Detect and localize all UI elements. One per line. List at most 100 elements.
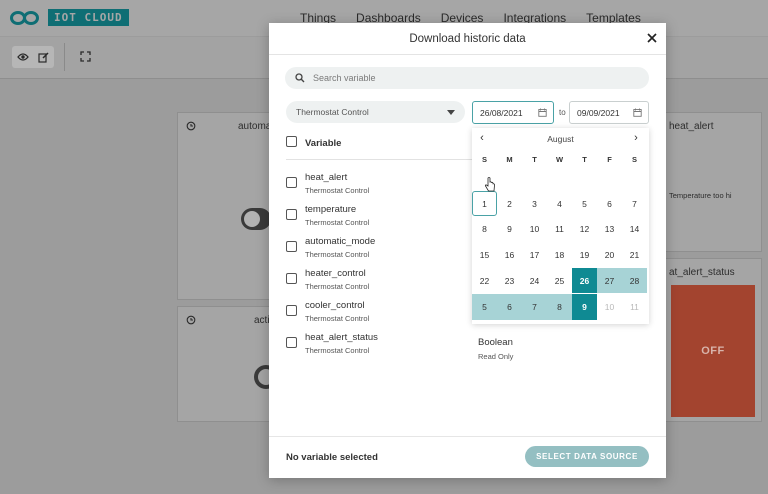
mouse-pointer-icon (484, 177, 495, 192)
calendar-day[interactable]: 25 (547, 268, 572, 293)
footer-divider (269, 436, 666, 437)
calendar-day[interactable]: 3 (522, 191, 547, 216)
variable-name: heat_alert_status (305, 332, 378, 343)
calendar-day[interactable]: 7 (522, 294, 547, 320)
calendar-day[interactable]: 8 (472, 216, 497, 241)
calendar-day[interactable]: 15 (472, 242, 497, 267)
row-checkbox[interactable] (286, 241, 297, 252)
calendar-day[interactable]: 13 (597, 216, 622, 241)
status-value: OFF (701, 345, 725, 357)
variable-permission: Read Only (478, 352, 514, 361)
calendar-day[interactable]: 8 (547, 294, 572, 320)
weekday-label: T (532, 155, 537, 164)
table-row[interactable]: heat_alert_status Thermostat Control (286, 332, 646, 362)
widget-active[interactable]: acti (177, 306, 278, 422)
modal-title: Download historic data (409, 33, 526, 45)
weekday-label: S (631, 155, 637, 164)
calendar-day[interactable]: 24 (522, 268, 547, 293)
widget-heat-alert-status[interactable]: at_alert_status OFF (662, 258, 762, 422)
calendar-day-disabled: 10 (597, 294, 622, 320)
widget-automatic-mode[interactable]: automa (177, 112, 277, 300)
calendar-day-range-end[interactable]: 9 (572, 294, 597, 320)
calendar-day[interactable]: 18 (547, 242, 572, 267)
widget-title: heat_alert (669, 121, 714, 132)
variable-thing: Thermostat Control (305, 346, 370, 355)
calendar-icon (538, 108, 547, 117)
widget-title: at_alert_status (669, 267, 735, 278)
view-button[interactable] (12, 46, 33, 68)
date-to-value: 09/09/2021 (577, 108, 620, 118)
date-from-field[interactable]: 26/08/2021 (472, 101, 554, 124)
variable-name: heat_alert (305, 172, 348, 183)
next-month-button[interactable]: › (629, 132, 643, 144)
logo-text: IOT CLOUD (48, 9, 129, 26)
edit-button[interactable] (33, 46, 54, 68)
switch-toggle[interactable] (241, 208, 271, 230)
row-checkbox[interactable] (286, 273, 297, 284)
calendar-day[interactable]: 21 (622, 242, 647, 267)
calendar-month: August (547, 134, 574, 144)
variable-name: cooler_control (305, 300, 365, 311)
weekday-label: W (555, 155, 564, 164)
calendar-day[interactable]: 6 (597, 191, 622, 216)
calendar-day[interactable]: 5 (472, 294, 497, 320)
calendar-day[interactable]: 6 (497, 294, 522, 320)
chevron-down-icon (447, 110, 455, 115)
row-checkbox[interactable] (286, 305, 297, 316)
variable-name: heater_control (305, 268, 366, 279)
infinity-logo-icon (10, 10, 44, 26)
calendar-day[interactable]: 20 (597, 242, 622, 267)
calendar-day[interactable]: 7 (622, 191, 647, 216)
calendar-day[interactable]: 12 (572, 216, 597, 241)
pencil-icon (38, 51, 49, 63)
row-checkbox[interactable] (286, 337, 297, 348)
calendar-day[interactable]: 4 (547, 191, 572, 216)
chevron-right-icon: › (634, 132, 638, 144)
search-bar (285, 67, 649, 89)
close-button[interactable] (645, 32, 659, 46)
calendar-day[interactable]: 10 (522, 216, 547, 241)
variable-thing: Thermostat Control (305, 186, 370, 195)
row-checkbox[interactable] (286, 177, 297, 188)
select-all-checkbox[interactable] (286, 136, 297, 147)
variable-thing: Thermostat Control (305, 314, 370, 323)
calendar-day[interactable]: 14 (622, 216, 647, 241)
expand-button[interactable] (80, 49, 91, 67)
download-historic-data-modal: Download historic data Thermostat Contro… (269, 23, 666, 478)
calendar-day[interactable]: 1 (472, 191, 497, 216)
modal-divider (269, 54, 666, 55)
calendar-day[interactable]: 28 (622, 268, 647, 293)
weekday-label: F (607, 155, 612, 164)
calendar-day[interactable]: 23 (497, 268, 522, 293)
select-data-source-button[interactable]: SELECT DATA SOURCE (525, 446, 649, 467)
row-checkbox[interactable] (286, 209, 297, 220)
search-icon (295, 73, 305, 83)
variable-name: automatic_mode (305, 236, 376, 247)
calendar-day[interactable]: 9 (497, 216, 522, 241)
calendar-day[interactable]: 11 (547, 216, 572, 241)
widget-message: Temperature too hi (669, 191, 732, 200)
history-icon (186, 121, 196, 131)
calendar-day[interactable]: 5 (572, 191, 597, 216)
arduino-logo[interactable]: IOT CLOUD (10, 9, 129, 26)
history-icon (186, 315, 196, 325)
eye-icon (16, 53, 29, 61)
date-to-label: to (559, 108, 566, 117)
thing-select[interactable]: Thermostat Control (286, 101, 465, 123)
calendar-day[interactable]: 2 (497, 191, 522, 216)
view-edit-toggle (12, 46, 54, 68)
search-input[interactable] (313, 73, 613, 83)
weekday-label: M (506, 155, 513, 164)
variable-thing: Thermostat Control (305, 250, 370, 259)
weekday-label: S (481, 155, 487, 164)
date-to-field[interactable]: 09/09/2021 (569, 101, 649, 124)
date-from-value: 26/08/2021 (480, 108, 523, 118)
calendar-day[interactable]: 19 (572, 242, 597, 267)
calendar-day[interactable]: 16 (497, 242, 522, 267)
calendar-day[interactable]: 17 (522, 242, 547, 267)
widget-heat-alert[interactable]: heat_alert Temperature too hi (662, 112, 762, 252)
calendar-day-range-start[interactable]: 26 (572, 268, 597, 293)
calendar-day[interactable]: 27 (597, 268, 622, 293)
calendar-day[interactable]: 22 (472, 268, 497, 293)
thing-select-value: Thermostat Control (296, 107, 369, 117)
